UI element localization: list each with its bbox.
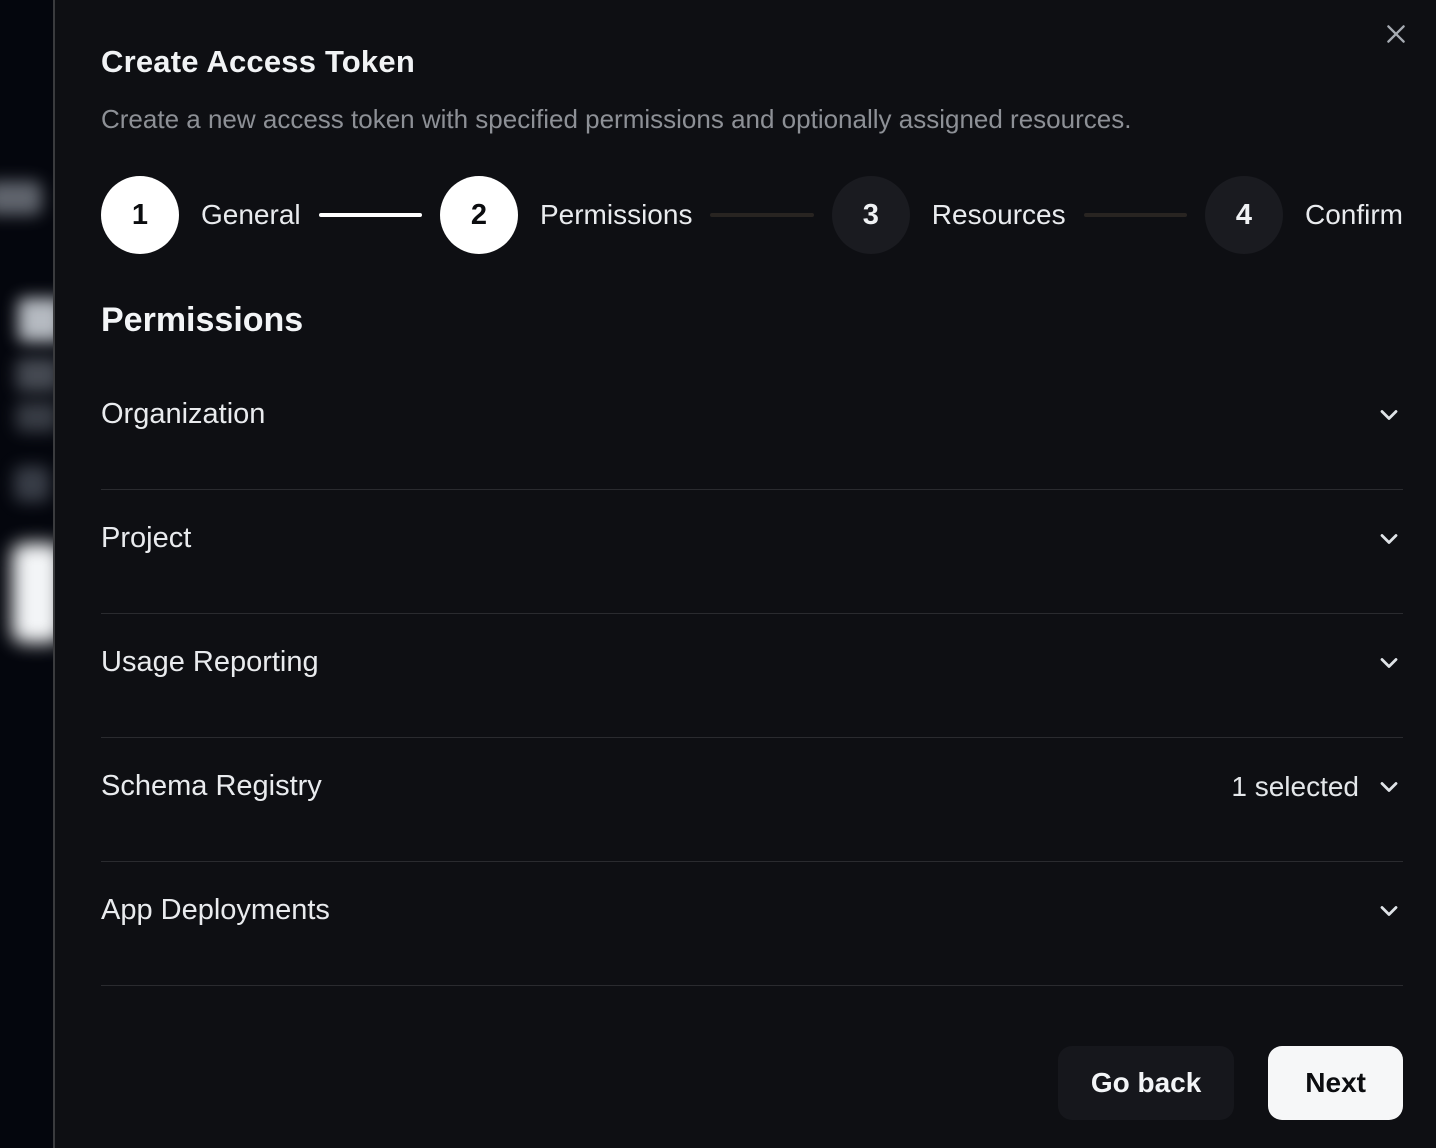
- accordion-row-organization[interactable]: Organization: [101, 366, 1403, 490]
- accordion-row-app-deployments[interactable]: App Deployments: [101, 862, 1403, 986]
- step-connector: [1084, 213, 1187, 217]
- step-permissions[interactable]: 2 Permissions: [440, 176, 692, 254]
- step-number: 2: [440, 176, 518, 254]
- accordion-label: Organization: [101, 398, 1375, 431]
- blurred-page-element: [16, 402, 55, 432]
- step-number: 4: [1205, 176, 1283, 254]
- chevron-down-icon: [1375, 897, 1403, 925]
- step-label: General: [201, 199, 301, 231]
- close-icon[interactable]: [1376, 14, 1416, 54]
- step-label: Resources: [932, 199, 1066, 231]
- blurred-page-element: [0, 181, 42, 215]
- chevron-down-icon: [1375, 525, 1403, 553]
- step-connector: [710, 213, 813, 217]
- create-access-token-modal: Create Access Token Create a new access …: [57, 0, 1436, 1148]
- accordion-row-schema-registry[interactable]: Schema Registry 1 selected: [101, 738, 1403, 862]
- blurred-page-element: [14, 466, 50, 502]
- accordion-label: App Deployments: [101, 894, 1375, 927]
- step-general[interactable]: 1 General: [101, 176, 301, 254]
- step-label: Permissions: [540, 199, 692, 231]
- go-back-button[interactable]: Go back: [1058, 1046, 1234, 1120]
- blurred-page-element: [16, 358, 55, 392]
- page-title: Permissions: [101, 301, 1403, 340]
- chevron-down-icon: [1375, 773, 1403, 801]
- chevron-down-icon: [1375, 649, 1403, 677]
- stepper: 1 General 2 Permissions 3 Resources 4 Co…: [101, 175, 1403, 255]
- modal-title: Create Access Token: [101, 0, 1403, 80]
- modal-subtitle: Create a new access token with specified…: [101, 104, 1403, 135]
- accordion-label: Schema Registry: [101, 770, 1231, 803]
- accordion-label: Usage Reporting: [101, 646, 1375, 679]
- accordion-label: Project: [101, 522, 1375, 555]
- blurred-page-element: [12, 543, 55, 643]
- step-confirm[interactable]: 4 Confirm: [1205, 176, 1403, 254]
- step-connector: [319, 213, 422, 217]
- step-number: 1: [101, 176, 179, 254]
- permissions-accordion: Organization Project Usage Reporting: [101, 366, 1403, 986]
- step-label: Confirm: [1305, 199, 1403, 231]
- step-number: 3: [832, 176, 910, 254]
- step-resources[interactable]: 3 Resources: [832, 176, 1066, 254]
- chevron-down-icon: [1375, 401, 1403, 429]
- selected-count: 1 selected: [1231, 771, 1359, 803]
- accordion-row-project[interactable]: Project: [101, 490, 1403, 614]
- accordion-row-usage-reporting[interactable]: Usage Reporting: [101, 614, 1403, 738]
- blurred-page-element: [18, 298, 55, 342]
- next-button[interactable]: Next: [1268, 1046, 1403, 1120]
- background-page-blur: [0, 0, 55, 1148]
- modal-footer: Go back Next: [1058, 1046, 1403, 1120]
